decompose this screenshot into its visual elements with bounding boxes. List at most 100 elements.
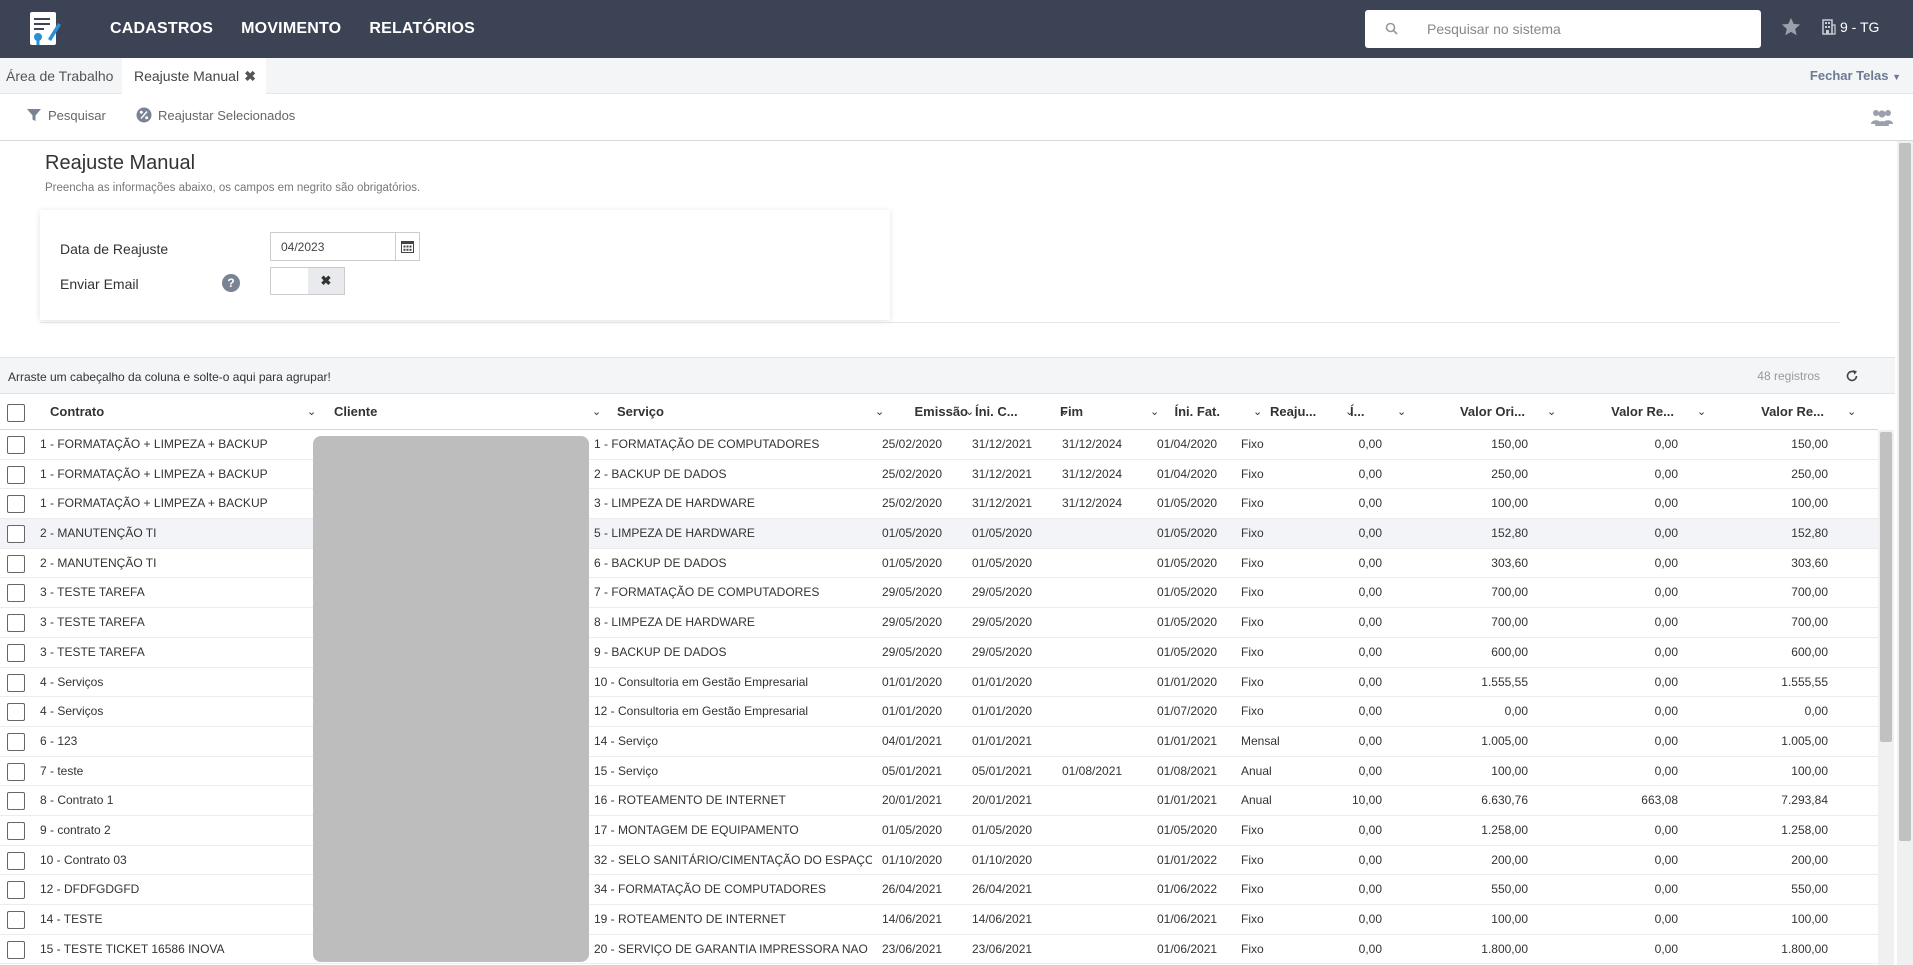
row-checkbox[interactable] <box>7 940 25 959</box>
cell-reajuste: Fixo <box>1241 912 1264 926</box>
cell-valor-original: 700,00 <box>1491 615 1528 630</box>
table-row[interactable]: 4 - Serviços 10 - Consultoria em Gestão E… <box>0 668 1878 698</box>
column-header-reajuste[interactable]: Reaju... <box>1270 394 1330 430</box>
cell-valor-original: 303,60 <box>1491 555 1528 570</box>
table-row[interactable]: 3 - TESTE TAREFA 7 - FORMATAÇÃO DE COMPUT… <box>0 578 1878 609</box>
column-header-valor-original[interactable]: Valor Ori... <box>1410 394 1525 430</box>
table-row[interactable]: 1 - FORMATAÇÃO + LIMPEZA + BACKUP 2 - BAC… <box>0 460 1878 490</box>
users-icon[interactable] <box>1871 108 1893 126</box>
cell-contrato: 15 - TESTE TICKET 16586 INOVA <box>40 941 225 956</box>
close-all-tabs-button[interactable]: Fechar Telas ▼ <box>1810 58 1901 94</box>
column-header-indice[interactable]: Í... <box>1350 394 1378 430</box>
table-row[interactable]: 7 - teste 15 - Serviço 05/01/2021 05/01/202… <box>0 757 1878 787</box>
cell-indice: 0,00 <box>1358 496 1382 511</box>
menu-relatorios[interactable]: RELATÓRIOS <box>369 20 475 38</box>
chevron-down-icon[interactable]: ⌄ <box>1697 394 1709 430</box>
row-checkbox[interactable] <box>7 465 25 484</box>
chevron-down-icon[interactable]: ⌄ <box>1397 394 1409 430</box>
menu-cadastros[interactable]: CADASTROS <box>110 20 213 38</box>
cell-reajuste: Fixo <box>1241 882 1264 897</box>
table-row[interactable]: 14 - TESTE 19 - ROTEAMENTO DE INTERNET 14/… <box>0 905 1878 935</box>
cell-valor-reajuste: 0,00 <box>1654 496 1678 511</box>
cell-valor-reajuste: 0,00 <box>1654 526 1678 541</box>
row-checkbox[interactable] <box>7 495 25 514</box>
column-header-cliente[interactable]: Cliente <box>334 394 594 430</box>
table-row[interactable]: 2 - MANUTENÇÃO TI 6 - BACKUP DE DADOS 01/0… <box>0 549 1878 579</box>
table-row[interactable]: 12 - DFDFGDGFD 34 - FORMATAÇÃO DE COMPUTA… <box>0 875 1878 905</box>
column-header-inicio-cobranca[interactable]: Íni. C... <box>975 394 1055 430</box>
row-checkbox[interactable] <box>7 821 25 840</box>
cell-inicio-faturamento: 01/08/2021 <box>1157 763 1218 778</box>
row-checkbox[interactable] <box>7 851 25 870</box>
date-input[interactable] <box>281 239 391 255</box>
cell-emissao: 05/01/2021 <box>882 763 943 778</box>
table-row[interactable]: 15 - TESTE TICKET 16586 INOVA 20 - SERVIÇ… <box>0 935 1878 965</box>
chevron-down-icon[interactable]: ⌄ <box>1547 394 1559 430</box>
scrollbar-thumb[interactable] <box>1899 143 1911 841</box>
calendar-button[interactable] <box>395 233 419 260</box>
chevron-down-icon[interactable]: ⌄ <box>592 394 604 430</box>
table-row[interactable]: 2 - MANUTENÇÃO TI 5 - LIMPEZA DE HARDWARE… <box>0 519 1878 549</box>
company-selector[interactable]: 9 - TG <box>1822 19 1879 35</box>
table-row[interactable]: 6 - 123 14 - Serviço 04/01/2021 01/01/2021 0… <box>0 727 1878 757</box>
row-checkbox[interactable] <box>7 792 25 811</box>
cell-reajuste: Fixo <box>1241 644 1264 659</box>
table-row[interactable]: 9 - contrato 2 17 - MONTAGEM DE EQUIPAMEN… <box>0 816 1878 846</box>
cell-fim <box>1062 816 1124 845</box>
chevron-down-icon[interactable]: ⌄ <box>1847 394 1859 430</box>
column-header-contrato[interactable]: Contrato <box>50 394 315 430</box>
table-row[interactable]: 3 - TESTE TAREFA 8 - LIMPEZA DE HARDWARE 2… <box>0 608 1878 638</box>
refresh-icon[interactable] <box>1845 369 1859 383</box>
cell-inicio-faturamento: 01/05/2020 <box>1157 555 1218 570</box>
table-row[interactable]: 3 - TESTE TAREFA 9 - BACKUP DE DADOS 29/05… <box>0 638 1878 668</box>
group-panel[interactable]: Arraste um cabeçalho da coluna e solte-o… <box>0 357 1895 394</box>
cell-contrato: 4 - Serviços <box>40 704 104 719</box>
row-checkbox[interactable] <box>7 436 25 454</box>
help-icon[interactable]: ? <box>222 274 240 292</box>
cell-reajuste: Fixo <box>1241 822 1264 837</box>
cell-inicio-cobranca: 01/05/2020 <box>972 526 1033 541</box>
search-input[interactable] <box>1427 18 1747 40</box>
menu-movimento[interactable]: MOVIMENTO <box>241 20 341 38</box>
close-icon[interactable]: ✖ <box>244 58 256 94</box>
table-row[interactable]: 1 - FORMATAÇÃO + LIMPEZA + BACKUP 1 - FOR… <box>0 430 1878 460</box>
grid-scrollbar[interactable] <box>1878 430 1894 965</box>
row-checkbox[interactable] <box>7 911 25 929</box>
chevron-down-icon[interactable]: ⌄ <box>307 394 319 430</box>
tab-area-de-trabalho[interactable]: Área de Trabalho <box>6 58 113 94</box>
row-checkbox[interactable] <box>7 525 25 544</box>
cell-fim: 31/12/2024 <box>1062 496 1123 511</box>
column-header-emissao[interactable]: Emissão <box>884 394 968 430</box>
tab-reajuste-manual[interactable]: Reajuste Manual ✖ <box>122 58 266 94</box>
row-checkbox[interactable] <box>7 554 25 573</box>
document-icon[interactable] <box>24 9 64 49</box>
cell-servico: 9 - BACKUP DE DADOS <box>594 644 727 659</box>
star-icon[interactable] <box>1780 16 1802 38</box>
page-scrollbar[interactable] <box>1897 141 1913 965</box>
select-all-checkbox[interactable] <box>7 404 25 422</box>
row-checkbox[interactable] <box>7 643 25 662</box>
row-checkbox[interactable] <box>7 881 25 900</box>
send-email-toggle[interactable]: ✖ <box>270 267 345 295</box>
table-row[interactable]: 1 - FORMATAÇÃO + LIMPEZA + BACKUP 3 - LIM… <box>0 489 1878 520</box>
column-header-valor-reajustado[interactable]: Valor Re... <box>1710 394 1824 430</box>
column-header-fim[interactable]: Fim <box>1060 394 1144 430</box>
row-checkbox[interactable] <box>7 673 25 692</box>
column-header-valor-reajuste[interactable]: Valor Re... <box>1560 394 1674 430</box>
row-checkbox[interactable] <box>7 703 25 722</box>
table-row[interactable]: 10 - Contrato 03 32 - SELO SANITÁRIO/CIME… <box>0 846 1878 876</box>
adjust-selected-button[interactable]: Reajustar Selecionados <box>136 107 295 123</box>
column-header-inicio-faturamento[interactable]: Íni. Fat. <box>1160 394 1221 430</box>
row-checkbox[interactable] <box>7 762 25 781</box>
row-checkbox[interactable] <box>7 614 25 633</box>
table-row[interactable]: 8 - Contrato 1 16 - ROTEAMENTO DE INTERNE… <box>0 786 1878 816</box>
cell-inicio-cobranca: 01/05/2020 <box>972 555 1033 570</box>
row-checkbox[interactable] <box>7 732 25 751</box>
row-checkbox[interactable] <box>7 584 25 603</box>
search-button[interactable]: Pesquisar <box>26 107 106 123</box>
cell-contrato: 1 - FORMATAÇÃO + LIMPEZA + BACKUP <box>40 496 268 511</box>
scrollbar-thumb[interactable] <box>1880 432 1892 742</box>
table-row[interactable]: 4 - Serviços 12 - Consultoria em Gestão E… <box>0 697 1878 727</box>
column-header-servico[interactable]: Serviço <box>617 394 877 430</box>
chevron-down-icon[interactable]: ⌄ <box>1253 394 1265 430</box>
